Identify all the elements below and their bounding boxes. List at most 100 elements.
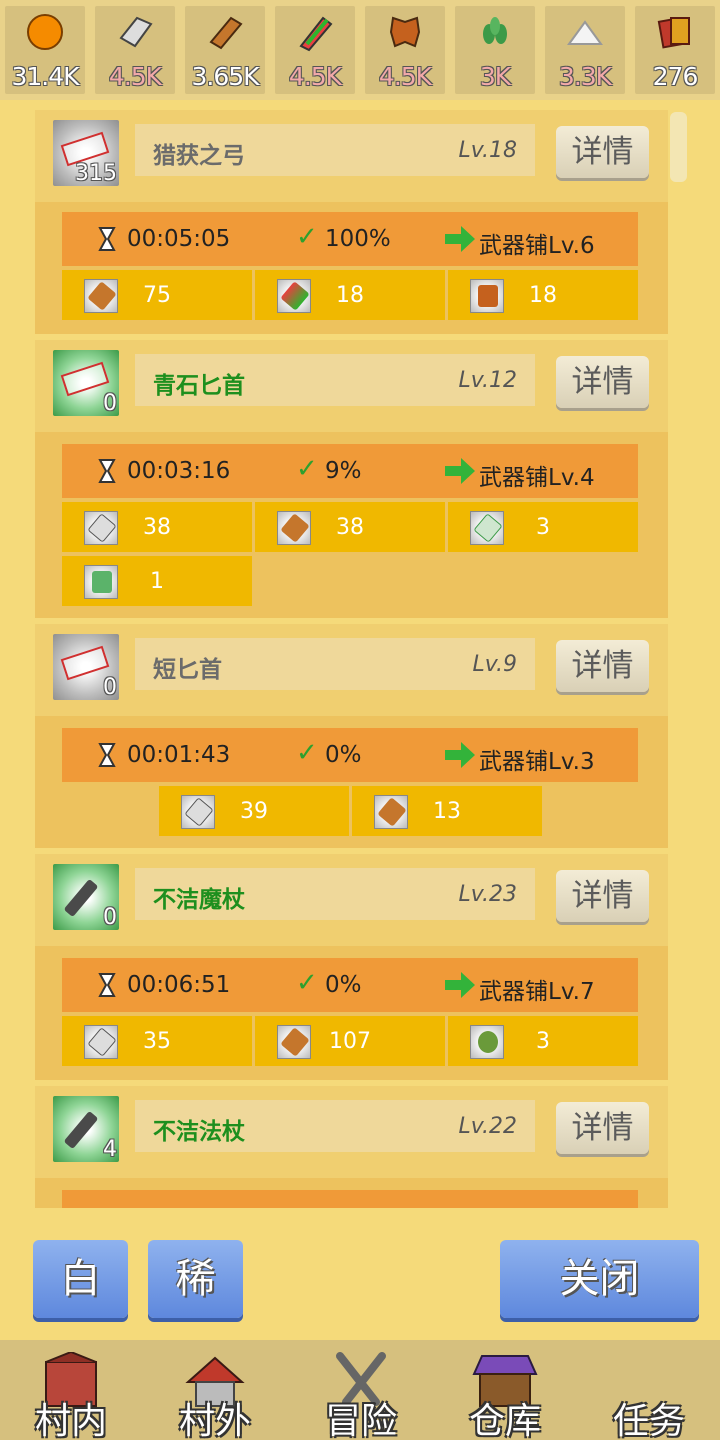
name-plate: 青石匕首 Lv.12 bbox=[135, 354, 535, 406]
recipe-name: 猎获之弓 bbox=[153, 143, 245, 169]
resource-value: 276 bbox=[652, 62, 699, 91]
resource-value: 3K bbox=[479, 62, 511, 91]
recipe-name: 短匕首 bbox=[153, 657, 222, 683]
detail-button[interactable]: 详情 bbox=[556, 356, 649, 408]
recipe-header: 4 不洁法杖 Lv.22 详情 bbox=[35, 1086, 668, 1178]
checkmark-icon: ✓ bbox=[296, 222, 318, 252]
name-plate: 不洁法杖 Lv.22 bbox=[135, 1100, 535, 1152]
recipe-card: 315 猎获之弓 Lv.18 详情 00:05:05 ✓ 100% 武器铺Lv.… bbox=[35, 110, 668, 334]
filter-rare-button[interactable]: 稀 bbox=[148, 1240, 243, 1318]
recipe-name: 不洁法杖 bbox=[153, 1119, 245, 1145]
filter-white-button[interactable]: 白 bbox=[33, 1240, 128, 1318]
resource-value: 3.65K bbox=[191, 62, 259, 91]
recipe-card: 0 不洁魔杖 Lv.23 详情 00:06:51 ✓ 0% 武器铺Lv.7 35… bbox=[35, 854, 668, 1080]
required-shop: 武器铺Lv.7 bbox=[479, 979, 595, 1005]
wand-shape-icon bbox=[63, 878, 99, 918]
material-slot: 1 bbox=[62, 556, 252, 606]
craft-time: 00:03:16 bbox=[127, 458, 231, 484]
success-rate: 100% bbox=[325, 226, 391, 252]
craft-info-row: 00:03:16 ✓ 9% 武器铺Lv.4 bbox=[62, 444, 638, 498]
detail-button[interactable]: 详情 bbox=[556, 870, 649, 922]
leather-icon bbox=[389, 16, 421, 48]
material-amount: 18 bbox=[529, 283, 557, 308]
checkmark-icon: ✓ bbox=[296, 968, 318, 998]
recipe-header: 0 不洁魔杖 Lv.23 详情 bbox=[35, 854, 668, 946]
material-slot: 13 bbox=[352, 786, 542, 836]
dagger-icon[interactable]: 0 bbox=[53, 350, 119, 416]
gold-coin-icon bbox=[27, 14, 63, 50]
detail-button[interactable]: 详情 bbox=[556, 1102, 649, 1154]
recipe-card: 0 短匕首 Lv.9 详情 00:01:43 ✓ 0% 武器铺Lv.3 39 1… bbox=[35, 624, 668, 848]
hourglass-icon bbox=[98, 227, 116, 251]
required-shop: 武器铺Lv.3 bbox=[479, 749, 595, 775]
recipe-header: 315 猎获之弓 Lv.18 详情 bbox=[35, 110, 668, 202]
nav-label: 任务 bbox=[612, 1401, 685, 1440]
recipe-level: Lv.9 bbox=[472, 652, 517, 677]
recipe-level: Lv.18 bbox=[458, 138, 517, 163]
hourglass-icon bbox=[98, 973, 116, 997]
resource-leather: 4.5K bbox=[365, 6, 445, 94]
resource-gold: 31.4K bbox=[5, 6, 85, 94]
nav-label: 村内 bbox=[34, 1401, 107, 1440]
crystal-icon bbox=[299, 16, 333, 52]
close-button[interactable]: 关闭 bbox=[500, 1240, 699, 1318]
hourglass-icon bbox=[98, 743, 116, 767]
material-slot: 18 bbox=[448, 270, 638, 320]
scrollbar[interactable] bbox=[670, 112, 687, 182]
craft-time: 00:05:05 bbox=[127, 226, 231, 252]
resource-value: 4.5K bbox=[288, 62, 342, 91]
material-slot: 18 bbox=[255, 270, 445, 320]
staff-shape-icon bbox=[63, 1110, 99, 1150]
resource-iron: 4.5K bbox=[95, 6, 175, 94]
material-amount: 18 bbox=[336, 283, 364, 308]
nav-adventure[interactable]: 冒险 bbox=[306, 1340, 416, 1440]
resource-crystal: 4.5K bbox=[275, 6, 355, 94]
material-amount: 1 bbox=[150, 569, 164, 594]
craft-time: 00:01:43 bbox=[127, 742, 231, 768]
green-arrow-icon bbox=[445, 972, 475, 998]
herb-icon bbox=[483, 17, 507, 44]
material-amount: 107 bbox=[329, 1029, 371, 1054]
green-arrow-icon bbox=[445, 226, 475, 252]
name-plate: 不洁魔杖 Lv.23 bbox=[135, 868, 535, 920]
checkmark-icon: ✓ bbox=[296, 454, 318, 484]
material-slot: 39 bbox=[159, 786, 349, 836]
detail-button[interactable]: 详情 bbox=[556, 640, 649, 692]
material-amount: 75 bbox=[143, 283, 171, 308]
green-arrow-icon bbox=[445, 458, 475, 484]
nav-warehouse[interactable]: 仓库 bbox=[450, 1340, 560, 1440]
owned-count: 0 bbox=[103, 391, 117, 416]
resource-cards: 276 bbox=[635, 6, 715, 94]
wand-icon[interactable]: 0 bbox=[53, 864, 119, 930]
recipe-level: Lv.12 bbox=[458, 368, 517, 393]
nav-quest[interactable]: 任务 bbox=[594, 1340, 704, 1440]
success-rate: 0% bbox=[325, 742, 362, 768]
material-slot: 75 bbox=[62, 270, 252, 320]
resource-herb: 3K bbox=[455, 6, 535, 94]
craft-time: 00:06:51 bbox=[127, 972, 231, 998]
detail-button[interactable]: 详情 bbox=[556, 126, 649, 178]
staff-icon[interactable]: 4 bbox=[53, 1096, 119, 1162]
owned-count: 0 bbox=[103, 905, 117, 930]
nav-label: 冒险 bbox=[324, 1401, 397, 1440]
resource-value: 4.5K bbox=[108, 62, 162, 91]
name-plate: 短匕首 Lv.9 bbox=[135, 638, 535, 690]
required-shop: 武器铺Lv.6 bbox=[479, 233, 595, 259]
material-amount: 13 bbox=[433, 799, 461, 824]
success-rate: 0% bbox=[325, 972, 362, 998]
resource-value: 3.3K bbox=[558, 62, 612, 91]
material-slot: 35 bbox=[62, 1016, 252, 1066]
green-arrow-icon bbox=[445, 742, 475, 768]
nav-village-inside[interactable]: 村内 bbox=[16, 1340, 126, 1440]
wood-log-icon bbox=[209, 16, 243, 50]
resource-value: 4.5K bbox=[378, 62, 432, 91]
recipe-list[interactable]: 315 猎获之弓 Lv.18 详情 00:05:05 ✓ 100% 武器铺Lv.… bbox=[28, 110, 690, 1208]
recipe-header: 0 短匕首 Lv.9 详情 bbox=[35, 624, 668, 716]
material-amount: 3 bbox=[536, 515, 550, 540]
nav-label: 村外 bbox=[178, 1401, 251, 1440]
bow-icon[interactable]: 315 bbox=[53, 120, 119, 186]
short-dagger-icon[interactable]: 0 bbox=[53, 634, 119, 700]
material-slot: 38 bbox=[255, 502, 445, 552]
required-shop: 武器铺Lv.4 bbox=[479, 465, 595, 491]
nav-village-outside[interactable]: 村外 bbox=[160, 1340, 270, 1440]
